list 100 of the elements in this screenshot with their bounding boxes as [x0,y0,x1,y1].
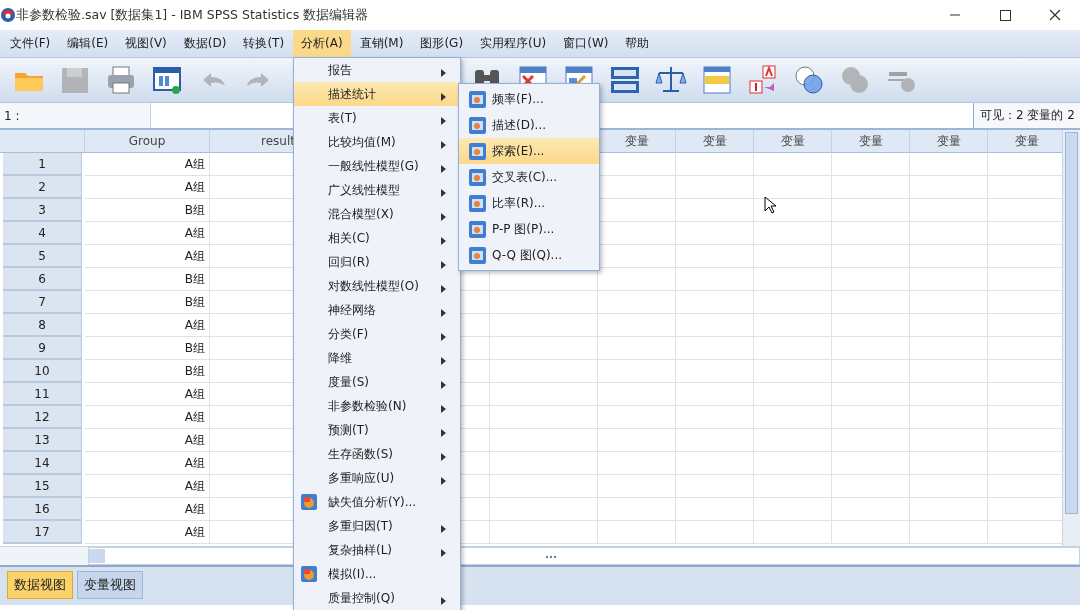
row-number[interactable]: 7 [3,291,82,314]
menu-item[interactable]: 直销(M) [351,30,412,57]
menu-item[interactable]: 生存函数(S) [294,442,460,466]
row-number[interactable]: 14 [3,452,82,475]
menu-item[interactable]: 实用程序(U) [472,30,555,57]
menu-item[interactable]: 广义线性模型 [294,178,460,202]
column-header[interactable]: 变量 [754,130,832,153]
menu-item[interactable]: 缺失值分析(Y)... [294,490,460,514]
window-title: 非参数检验.sav [数据集1] - IBM SPSS Statistics 数据编辑器 [16,6,370,24]
column-header[interactable]: 变量 [676,130,754,153]
row-number[interactable]: 10 [3,360,82,383]
chart-icon [469,246,486,264]
submenu-arrow-icon [441,309,446,317]
row-number[interactable]: 1 [3,153,82,176]
menu-item[interactable]: 模拟(I)... [294,562,460,586]
chart-icon [301,494,317,510]
view-tab[interactable]: 变量视图 [77,571,143,599]
dialog-icon[interactable] [151,64,183,96]
submenu-arrow-icon [441,381,446,389]
menu-item[interactable]: 多重响应(U) [294,466,460,490]
menu-item[interactable]: 文件(F) [2,30,59,57]
menu-item[interactable]: Q-Q 图(Q)... [459,242,599,268]
submenu-arrow-icon [441,477,446,485]
menu-item[interactable]: 报告 [294,58,460,82]
submenu-arrow-icon [441,357,446,365]
table-cell: B组 [85,268,210,291]
grip-icon[interactable] [545,554,557,560]
row-number[interactable]: 6 [3,268,82,291]
chart-icon [469,220,486,238]
row-number[interactable]: 2 [3,176,82,199]
menu-item[interactable]: 比率(R)... [459,190,599,216]
menu-item[interactable]: 相关(C) [294,226,460,250]
menu-item[interactable]: 非参数检验(N) [294,394,460,418]
submenu-arrow-icon [441,93,446,101]
menu-item[interactable]: 降维 [294,346,460,370]
table-icon[interactable] [701,64,733,96]
column-header[interactable]: 变量 [988,130,1062,153]
vertical-scrollbar[interactable] [1062,130,1080,546]
menu-item[interactable]: 分析(A) [293,30,351,57]
row-number[interactable]: 3 [3,199,82,222]
menu-item[interactable]: 编辑(E) [59,30,117,57]
menu-item[interactable]: 复杂抽样(L) [294,538,460,562]
row-number[interactable]: 15 [3,475,82,498]
submenu-arrow-icon [441,453,446,461]
menu-item[interactable]: 数据(D) [175,30,235,57]
row-number[interactable]: 13 [3,429,82,452]
menu-item[interactable]: 帮助 [617,30,658,57]
submenu-arrow-icon [441,549,446,557]
submenu-arrow-icon [441,117,446,125]
row-number[interactable]: 12 [3,406,82,429]
circles-icon[interactable] [793,64,825,96]
menu-item[interactable]: 转换(T) [235,30,293,57]
row-number[interactable]: 5 [3,245,82,268]
menu-item[interactable]: 神经网络 [294,298,460,322]
row-number[interactable]: 11 [3,383,82,406]
table-cell: B组 [85,291,210,314]
table-cell: A组 [85,153,210,176]
menu-item[interactable]: 频率(F)... [459,86,599,112]
menu-item[interactable]: 图形(G) [412,30,472,57]
menu-item[interactable]: 探索(E)... [459,138,599,164]
label-icon[interactable] [747,64,779,96]
table-cell: A组 [85,222,210,245]
menu-item[interactable]: 一般线性模型(G) [294,154,460,178]
column-header[interactable]: 变量 [910,130,988,153]
column-header[interactable]: 变量 [832,130,910,153]
menu-item[interactable]: 描述(D)... [459,112,599,138]
menu-item[interactable]: P-P 图(P)... [459,216,599,242]
menu-item[interactable]: 度量(S) [294,370,460,394]
menu-item[interactable]: 交叉表(C)... [459,164,599,190]
table-cell: B组 [85,337,210,360]
menu-item[interactable]: 分类(F) [294,322,460,346]
menu-item[interactable]: 混合模型(X) [294,202,460,226]
menu-item[interactable]: 窗口(W) [555,30,617,57]
menu-item[interactable]: 预测(T) [294,418,460,442]
submenu-arrow-icon [441,213,446,221]
menu-item[interactable]: 多重归因(T) [294,514,460,538]
menu-item[interactable]: 质量控制(Q) [294,586,460,610]
column-header[interactable]: Group [85,130,210,153]
row-number[interactable]: 16 [3,498,82,521]
submenu-arrow-icon [441,141,446,149]
submenu-arrow-icon [441,237,446,245]
row-number[interactable]: 9 [3,337,82,360]
table-cell: B组 [85,360,210,383]
row-number[interactable]: 17 [3,521,82,544]
table-icon[interactable] [609,64,641,96]
menu-item[interactable]: 描述统计 [294,82,460,106]
column-header[interactable]: 变量 [598,130,676,153]
view-tab[interactable]: 数据视图 [7,571,73,599]
menu-item[interactable]: 表(T) [294,106,460,130]
submenu-arrow-icon [441,333,446,341]
row-number[interactable]: 8 [3,314,82,337]
table-cell: A组 [85,475,210,498]
table-cell: A组 [85,521,210,544]
chart-icon [469,116,486,134]
menu-item[interactable]: 视图(V) [117,30,175,57]
printer-icon[interactable] [105,64,137,96]
row-number[interactable]: 4 [3,222,82,245]
menu-item[interactable]: 回归(R) [294,250,460,274]
table-cell: A组 [85,406,210,429]
menu-item[interactable]: 对数线性模型(O) [294,274,460,298]
